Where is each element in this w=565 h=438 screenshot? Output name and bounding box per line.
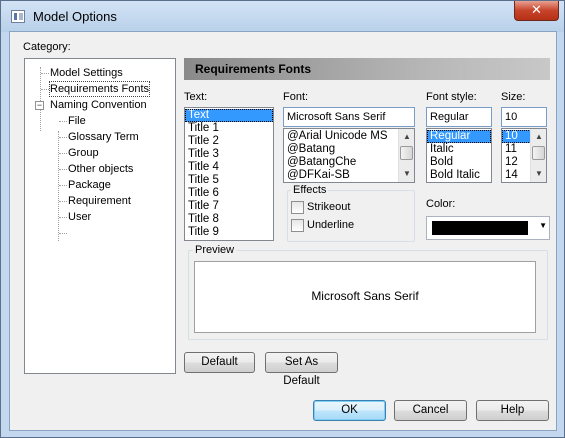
- color-dropdown[interactable]: ▼: [426, 216, 550, 240]
- underline-label: Underline: [307, 219, 355, 231]
- list-item[interactable]: Title 6: [185, 187, 273, 200]
- font-input[interactable]: Microsoft Sans Serif: [283, 107, 415, 127]
- tree-item-requirement[interactable]: Requirement: [68, 194, 131, 208]
- size-list[interactable]: 10 11 12 14 ▲ ▼: [501, 128, 547, 183]
- list-item[interactable]: Title 1: [185, 122, 273, 135]
- tree-connector: [59, 185, 67, 186]
- list-item[interactable]: Title 7: [185, 200, 273, 213]
- size-scrollbar[interactable]: ▲ ▼: [530, 129, 546, 182]
- help-button[interactable]: Help: [476, 400, 549, 421]
- panel-title: Requirements Fonts: [184, 58, 550, 80]
- preview-sample-text: Microsoft Sans Serif: [311, 289, 419, 303]
- close-button[interactable]: ✕: [514, 1, 559, 21]
- font-label: Font:: [283, 91, 309, 103]
- ok-button[interactable]: OK: [313, 400, 386, 421]
- effects-group: [287, 190, 415, 242]
- tree-item-glossary-term[interactable]: Glossary Term: [68, 130, 139, 144]
- scroll-up-icon[interactable]: ▲: [531, 129, 546, 145]
- preview-label: Preview: [193, 244, 237, 256]
- font-style-label: Font style:: [426, 91, 477, 103]
- tree-connector: [59, 217, 67, 218]
- list-item[interactable]: Italic: [427, 143, 491, 156]
- category-tree[interactable]: Model Settings Requirements Fonts − Nami…: [24, 58, 176, 374]
- window-title: Model Options: [33, 9, 117, 24]
- tree-connector: [59, 137, 67, 138]
- color-swatch: [432, 221, 528, 235]
- scroll-thumb[interactable]: [532, 146, 545, 160]
- list-item[interactable]: 10: [502, 130, 531, 143]
- list-item[interactable]: @BatangChe: [284, 156, 414, 169]
- tree-connector: [41, 73, 49, 74]
- list-item[interactable]: @Batang: [284, 143, 414, 156]
- underline-checkbox[interactable]: [291, 219, 304, 232]
- set-as-default-button[interactable]: Set As Default: [265, 352, 338, 387]
- tree-item-package[interactable]: Package: [68, 178, 111, 192]
- dropdown-arrow-icon[interactable]: ▼: [539, 221, 547, 230]
- scroll-up-icon[interactable]: ▲: [399, 129, 414, 145]
- dialog-client-area: Category: Model Settings Requirements Fo…: [9, 31, 557, 431]
- scroll-down-icon[interactable]: ▼: [399, 166, 414, 182]
- list-item[interactable]: Title 2: [185, 135, 273, 148]
- font-style-input[interactable]: Regular: [426, 107, 492, 127]
- model-options-window: Model Options ✕ Category: Model Settings…: [0, 0, 565, 438]
- default-button[interactable]: Default: [184, 352, 255, 373]
- list-item[interactable]: Title 4: [185, 161, 273, 174]
- list-item[interactable]: Title 3: [185, 148, 273, 161]
- text-label: Text:: [184, 91, 208, 103]
- tree-connector: [59, 169, 67, 170]
- app-icon: [11, 10, 25, 23]
- preview-area: Microsoft Sans Serif: [194, 261, 536, 333]
- tree-item-model-settings[interactable]: Model Settings: [50, 66, 123, 80]
- title-bar[interactable]: Model Options ✕: [1, 1, 564, 31]
- category-label: Category:: [23, 41, 71, 53]
- collapse-icon[interactable]: −: [35, 101, 44, 110]
- list-item[interactable]: Title 9: [185, 226, 273, 239]
- font-style-list[interactable]: Regular Italic Bold Bold Italic: [426, 128, 492, 183]
- font-list[interactable]: @Arial Unicode MS @Batang @BatangChe @DF…: [283, 128, 415, 183]
- text-style-list[interactable]: Text Title 1 Title 2 Title 3 Title 4 Tit…: [184, 107, 274, 241]
- effects-label: Effects: [291, 184, 329, 196]
- tree-connector: [59, 201, 67, 202]
- tree-item-naming-convention[interactable]: Naming Convention: [50, 98, 147, 112]
- size-input[interactable]: 10: [501, 107, 547, 127]
- tree-connector: [59, 153, 67, 154]
- strikeout-label: Strikeout: [307, 201, 351, 213]
- list-item[interactable]: Regular: [427, 130, 491, 143]
- scroll-thumb[interactable]: [400, 146, 413, 160]
- list-item[interactable]: Title 5: [185, 174, 273, 187]
- tree-connector: [58, 131, 59, 241]
- tree-connector: [40, 67, 41, 131]
- color-label: Color:: [426, 198, 456, 210]
- tree-item-file[interactable]: File: [68, 114, 86, 128]
- scroll-down-icon[interactable]: ▼: [531, 166, 546, 182]
- tree-item-requirements-fonts[interactable]: Requirements Fonts: [48, 81, 151, 97]
- size-label: Size:: [501, 91, 526, 103]
- tree-connector: [59, 121, 67, 122]
- list-item[interactable]: Text: [185, 109, 273, 122]
- tree-item-other-objects[interactable]: Other objects: [68, 162, 133, 176]
- list-item[interactable]: Bold: [427, 156, 491, 169]
- tree-item-user[interactable]: User: [68, 210, 91, 224]
- tree-item-group[interactable]: Group: [68, 146, 99, 160]
- list-item[interactable]: Bold Italic: [427, 169, 491, 182]
- strikeout-checkbox[interactable]: [291, 201, 304, 214]
- cancel-button[interactable]: Cancel: [394, 400, 467, 421]
- font-scrollbar[interactable]: ▲ ▼: [398, 129, 414, 182]
- list-item[interactable]: @Arial Unicode MS: [284, 130, 414, 143]
- tree-connector: [59, 233, 67, 234]
- tree-connector: [41, 89, 49, 90]
- list-item[interactable]: @DFKai-SB: [284, 169, 414, 182]
- list-item[interactable]: Title 8: [185, 213, 273, 226]
